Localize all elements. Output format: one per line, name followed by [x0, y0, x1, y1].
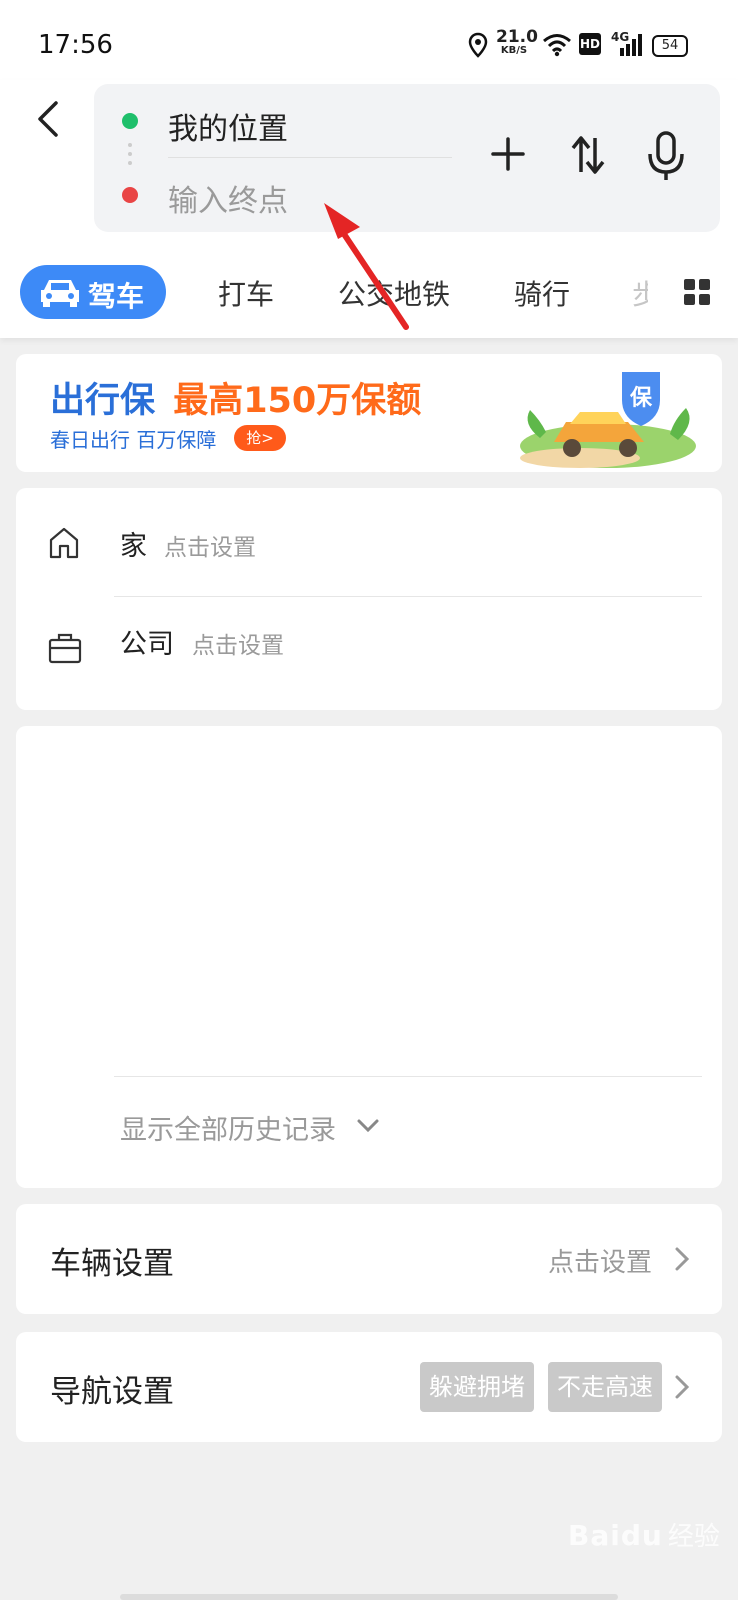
route-dots	[128, 152, 132, 156]
swap-icon[interactable]	[570, 134, 606, 176]
chevron-right-icon	[675, 1247, 690, 1271]
route-dots	[128, 143, 132, 147]
vehicle-settings-label: 车辆设置	[50, 1246, 174, 1282]
history-card: 显示全部历史记录	[16, 726, 722, 1188]
watermark-brand: Baidu	[568, 1519, 663, 1552]
banner-title: 出行保	[50, 381, 156, 421]
vehicle-settings-row[interactable]: 车辆设置 点击设置	[16, 1204, 722, 1314]
home-icon	[49, 527, 79, 559]
destination-input[interactable]: 输入终点	[168, 176, 288, 220]
bottom-scroll-indicator	[120, 1594, 618, 1600]
microphone-icon[interactable]	[646, 130, 686, 182]
watermark-text: 经验	[667, 1522, 720, 1552]
chevron-down-icon	[357, 1119, 379, 1133]
grab-button[interactable]: 抢>	[234, 425, 286, 451]
company-label: 公司	[120, 629, 174, 660]
wifi-icon	[543, 34, 571, 57]
chevron-right-icon	[675, 1375, 690, 1399]
favorites-card: 家 点击设置 公司 点击设置	[16, 488, 722, 710]
back-icon[interactable]	[26, 95, 74, 143]
tab-walk[interactable]: 步	[632, 273, 648, 313]
insurance-banner[interactable]: 出行保 最高150万保额 春日出行 百万保障 抢> 保	[16, 354, 722, 472]
more-tabs-icon[interactable]	[684, 279, 710, 305]
company-hint: 点击设置	[192, 633, 284, 659]
route-divider	[168, 157, 452, 158]
hd-badge: HD	[579, 33, 601, 55]
tab-taxi[interactable]: 打车	[218, 273, 274, 313]
show-all-history-label: 显示全部历史记录	[120, 1115, 336, 1146]
origin-dot	[122, 113, 138, 129]
no-highway-chip: 不走高速	[548, 1362, 662, 1412]
signal-icon	[620, 34, 642, 56]
battery-indicator: 54	[652, 35, 688, 57]
destination-dot	[122, 187, 138, 203]
badge-text: 保	[629, 386, 653, 411]
briefcase-icon	[48, 633, 82, 664]
net-speed-unit: KB/S	[500, 45, 528, 56]
navigation-settings-row[interactable]: 导航设置 躲避拥堵 不走高速	[16, 1332, 722, 1442]
route-dots	[128, 161, 132, 165]
banner-highlight: 最高150万保额	[173, 381, 422, 421]
tab-label: 驾车	[88, 280, 145, 313]
add-waypoint-icon[interactable]	[490, 136, 526, 172]
navigation-settings-label: 导航设置	[50, 1374, 174, 1410]
banner-subtitle: 春日出行 百万保障	[50, 428, 217, 452]
net-speed-value: 21.0	[496, 27, 538, 47]
avoid-congestion-chip: 躲避拥堵	[420, 1362, 534, 1412]
net-speed: 21.0 KB/S	[496, 27, 538, 56]
divider	[114, 596, 702, 597]
origin-field[interactable]: 我的位置	[168, 104, 288, 148]
vehicle-settings-value: 点击设置	[548, 1248, 653, 1278]
divider	[114, 1076, 702, 1077]
home-label: 家	[120, 531, 147, 562]
tab-drive[interactable]: 驾车	[20, 265, 166, 319]
home-hint: 点击设置	[164, 535, 256, 561]
home-row[interactable]: 家 点击设置	[16, 488, 722, 596]
annotation-arrow	[324, 203, 409, 330]
status-time: 17:56	[38, 30, 113, 60]
baidu-watermark: Baidu 经验	[568, 1516, 720, 1553]
company-row[interactable]: 公司 点击设置	[16, 598, 722, 706]
tab-cycling[interactable]: 骑行	[514, 273, 570, 313]
car-icon	[41, 280, 79, 307]
car-illustration: 保	[520, 372, 696, 468]
location-icon	[468, 32, 488, 58]
